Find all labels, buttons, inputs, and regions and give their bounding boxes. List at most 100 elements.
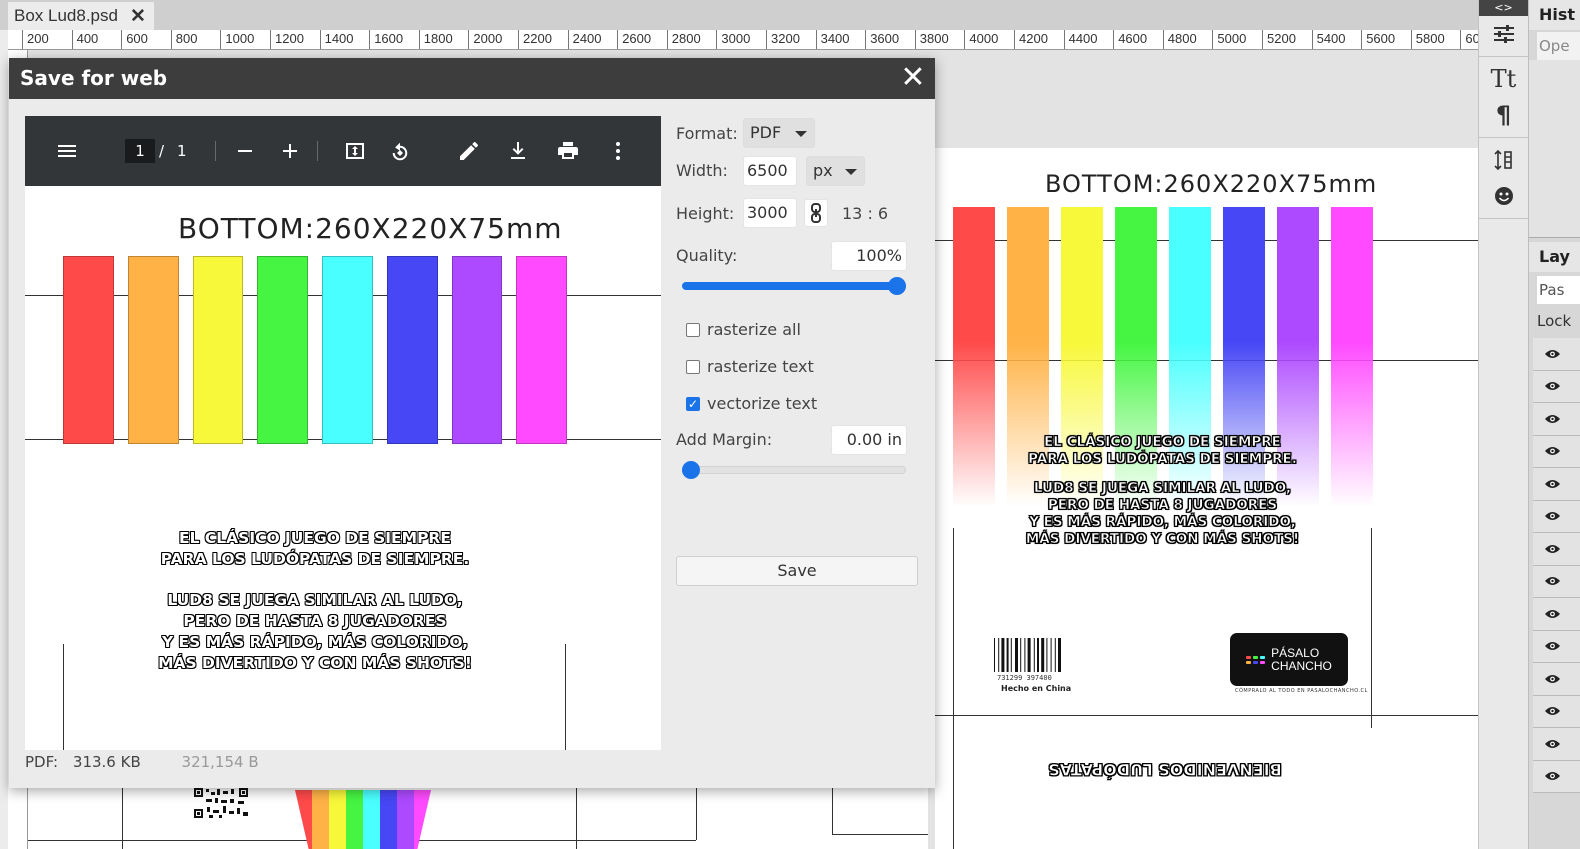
- document-tab[interactable]: Box Lud8.psd ✕: [8, 2, 154, 30]
- ruler-tick: 3200: [766, 30, 800, 49]
- layer-visibility-eye-icon[interactable]: [1533, 598, 1580, 631]
- chevron-down-icon: [795, 131, 807, 137]
- barcode-number: 731299 397400: [997, 674, 1052, 682]
- quality-label: Quality:: [676, 246, 738, 265]
- text-icon[interactable]: Tt: [1479, 61, 1528, 97]
- qr-code-icon: [193, 787, 251, 819]
- paragraph-icon[interactable]: ¶: [1479, 97, 1528, 133]
- layer-visibility-eye-icon[interactable]: [1533, 565, 1580, 598]
- layer-visibility-eye-icon[interactable]: [1533, 663, 1580, 696]
- quality-slider-handle[interactable]: [888, 277, 906, 295]
- vectorize-text-checkbox[interactable]: ✓: [686, 396, 700, 411]
- layer-visibility-eye-icon[interactable]: [1533, 370, 1580, 403]
- history-panel-title[interactable]: Hist: [1529, 0, 1580, 30]
- artwork-lower-strip: [28, 788, 928, 849]
- close-icon[interactable]: ✕: [897, 61, 929, 95]
- file-format-label: PDF:: [25, 753, 59, 771]
- pdf-preview[interactable]: 1 / 1 BOTTOM:260X220X75mm EL CLÁSICO JUE…: [25, 116, 661, 750]
- ruler-tick: 1400: [319, 30, 354, 49]
- preview-description: EL CLÁSICO JUEGO DE SIEMPRE PARA LOS LUD…: [158, 529, 472, 672]
- margin-slider-handle[interactable]: [682, 461, 700, 479]
- artboard[interactable]: BOTTOM:260X220X75mm EL CLÁSICO JUEGO DE …: [935, 148, 1478, 849]
- rainbow-bar: [397, 790, 414, 849]
- edit-icon[interactable]: [455, 137, 483, 165]
- chevron-down-icon: [845, 169, 857, 175]
- layer-visibility-eye-icon[interactable]: [1533, 403, 1580, 436]
- height-input[interactable]: 3000: [743, 198, 797, 228]
- page-total: 1: [177, 142, 187, 160]
- artboard-title: BOTTOM:260X220X75mm: [1045, 170, 1378, 198]
- rotate-icon[interactable]: [386, 137, 414, 165]
- layer-visibility-eye-icon[interactable]: [1533, 468, 1580, 501]
- rainbow-bar: [346, 790, 363, 849]
- aspect-ratio: 13 : 6: [842, 204, 889, 223]
- history-item[interactable]: Ope: [1537, 32, 1580, 60]
- ruler-tick: 4000: [964, 30, 998, 49]
- brand-logo: PÁSALO CHANCHO: [1230, 633, 1348, 686]
- collapse-toggle[interactable]: <>: [1479, 0, 1528, 16]
- layer-visibility-eye-icon[interactable]: [1533, 695, 1580, 728]
- layers-panel-title[interactable]: Lay: [1529, 242, 1580, 272]
- save-for-web-dialog: Save for web ✕ 1 / 1 BOTTOM:260X220X75mm: [9, 58, 935, 788]
- link-aspect-icon[interactable]: [804, 199, 828, 227]
- ruler-tick: 5800: [1410, 30, 1445, 49]
- layer-visibility-eye-icon[interactable]: [1533, 760, 1580, 793]
- menu-icon[interactable]: [53, 137, 81, 165]
- layer-visibility-eye-icon[interactable]: [1533, 533, 1580, 566]
- brand-dots-icon: [1246, 655, 1266, 664]
- layer-visibility-eye-icon[interactable]: [1533, 338, 1580, 371]
- quality-slider[interactable]: [682, 282, 906, 290]
- emoji-icon[interactable]: [1479, 178, 1528, 214]
- rainbow-bar: [312, 790, 329, 849]
- horizontal-ruler: 200 400 600 800 1000 1200 1400 1600 1800 2000 2200…: [8, 30, 1478, 50]
- page-number-input[interactable]: 1: [125, 139, 155, 163]
- ruler-tick: 2800: [666, 30, 701, 49]
- print-icon[interactable]: [554, 137, 582, 165]
- ruler-tick: 3400: [815, 30, 850, 49]
- format-label: Format:: [676, 124, 738, 143]
- barcode-icon: [994, 638, 1061, 672]
- unit-select[interactable]: px: [806, 156, 865, 186]
- layer-visibility-eye-icon[interactable]: [1533, 500, 1580, 533]
- rasterize-text-checkbox[interactable]: [686, 359, 700, 374]
- margin-input[interactable]: 0.00 in: [831, 425, 907, 455]
- fit-page-icon[interactable]: [341, 137, 369, 165]
- rainbow-bar: [257, 256, 308, 444]
- blend-mode-select[interactable]: Pas: [1537, 276, 1580, 304]
- pdf-toolbar: 1 / 1: [25, 116, 661, 186]
- save-button[interactable]: Save: [676, 556, 918, 586]
- preview-title: BOTTOM:260X220X75mm: [178, 212, 563, 245]
- file-size: 313.6 KB: [72, 753, 141, 771]
- sliders-icon[interactable]: [1479, 16, 1528, 52]
- margin-slider[interactable]: [682, 466, 906, 474]
- rasterize-all-option[interactable]: rasterize all: [686, 320, 801, 339]
- ruler-tick: 400: [71, 30, 98, 49]
- more-options-icon[interactable]: [604, 137, 632, 165]
- close-tab-icon[interactable]: ✕: [130, 5, 146, 28]
- layer-visibility-eye-icon[interactable]: [1533, 630, 1580, 663]
- vectorize-text-option[interactable]: ✓ vectorize text: [686, 394, 817, 413]
- zoom-out-icon[interactable]: [231, 137, 259, 165]
- format-select[interactable]: PDF: [743, 118, 815, 148]
- text-direction-icon[interactable]: [1479, 142, 1528, 178]
- zoom-in-icon[interactable]: [276, 137, 304, 165]
- height-label: Height:: [676, 204, 735, 223]
- layer-visibility-eye-icon[interactable]: [1533, 728, 1580, 761]
- quality-input[interactable]: 100%: [831, 241, 907, 271]
- ruler-tick: 3800: [914, 30, 949, 49]
- lock-label: Lock: [1537, 312, 1572, 330]
- page-separator: /: [159, 142, 165, 160]
- tools-panel: <> Tt ¶: [1478, 0, 1528, 849]
- rasterize-text-option[interactable]: rasterize text: [686, 357, 814, 376]
- dialog-title-bar[interactable]: Save for web ✕: [9, 58, 935, 99]
- ruler-tick: 2600: [617, 30, 651, 49]
- rasterize-all-checkbox[interactable]: [686, 322, 700, 337]
- rainbow-bar: [380, 790, 397, 849]
- width-input[interactable]: 6500: [743, 156, 797, 186]
- download-icon[interactable]: [504, 137, 532, 165]
- ruler-tick: 4200: [1014, 30, 1048, 49]
- flipped-welcome-text: BIENVENIDOS LUDÓPATAS: [1048, 760, 1282, 780]
- layer-visibility-eye-icon[interactable]: [1533, 435, 1580, 468]
- mini-rainbow-bars: [295, 790, 431, 849]
- ruler-tick: 4800: [1162, 30, 1197, 49]
